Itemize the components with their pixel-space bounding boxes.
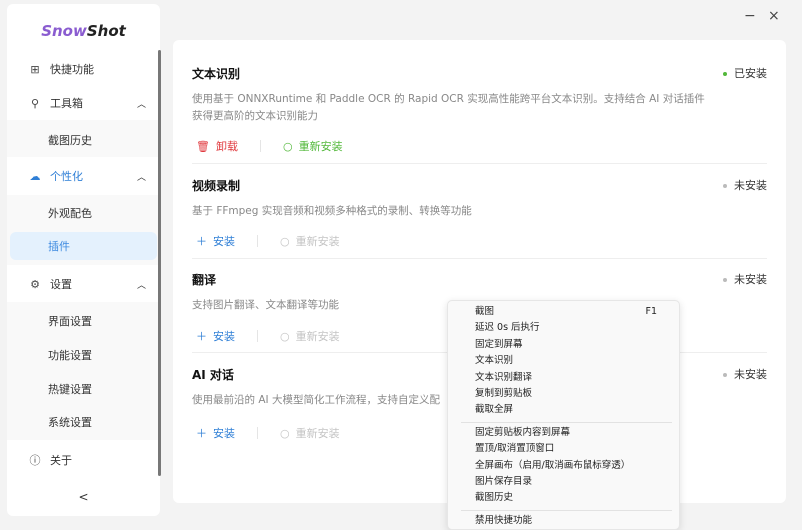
status-dot-icon (723, 278, 727, 282)
divider (257, 330, 258, 342)
install-button[interactable]: ＋安装 (196, 425, 235, 441)
menu-item-screenshot-history[interactable]: 截图历史 (448, 490, 679, 506)
plugin-actions: ＋安装 ○ 重新安装 (196, 425, 340, 441)
status-badge: 未安装 (723, 366, 767, 382)
reinstall-button: ○ 重新安装 (280, 234, 340, 249)
menu-item-copy-clipboard[interactable]: 复制到剪贴板 (448, 386, 679, 402)
menu-item-delay[interactable]: 延迟 0s 后执行 (448, 320, 679, 336)
status-badge: 未安装 (723, 271, 767, 287)
status-badge: 已安装 (723, 65, 767, 81)
plugin-video-recording: 视频录制 未安装 基于 FFmpeg 实现音频和视频多种格式的录制、转换等功能 … (192, 177, 767, 267)
sidebar-item-toolbox[interactable]: ⚲ 工具箱 ︿ (7, 89, 160, 117)
menu-item-pin-clipboard[interactable]: 固定剪贴板内容到屏幕 (448, 425, 679, 441)
status-dot-icon (723, 72, 727, 76)
divider (192, 163, 767, 164)
trash-icon: 🗑 (196, 139, 210, 153)
sidebar-item-plugins[interactable]: 插件 (10, 232, 157, 260)
app-logo: SnowShot (41, 22, 126, 40)
refresh-icon: ○ (280, 426, 290, 440)
plugin-description: 使用基于 ONNXRuntime 和 Paddle OCR 的 Rapid OC… (192, 93, 705, 122)
menu-item-screenshot[interactable]: 截图 F1 (448, 304, 679, 320)
menu-separator (461, 421, 672, 423)
refresh-icon: ○ (280, 329, 290, 343)
menu-item-fullscreen-canvas[interactable]: 全屏画布（启用/取消画布鼠标穿透） (448, 458, 679, 474)
sidebar-item-appearance[interactable]: 外观配色 (7, 199, 160, 227)
tray-context-menu: 截图 F1 延迟 0s 后执行 固定到屏幕 文本识别 文本识别翻译 复制到剪贴板 … (447, 300, 680, 530)
menu-separator (461, 509, 672, 511)
plus-icon: ＋ (196, 427, 207, 440)
plugin-title: 翻译 (192, 273, 217, 287)
sidebar-item-system-settings[interactable]: 系统设置 (7, 408, 160, 436)
plugin-actions: ＋安装 ○ 重新安装 (196, 328, 340, 344)
chevron-up-icon: ︿ (136, 280, 146, 291)
refresh-icon: ○ (282, 139, 293, 153)
uninstall-button[interactable]: 🗑 卸载 (196, 138, 238, 154)
sidebar: SnowShot ⊞ 快捷功能 ⚲ 工具箱 ︿ 截图历史 ☁ 个性化 ︿ 外观配色 插件 … (7, 4, 161, 516)
sidebar-item-personalize[interactable]: ☁ 个性化 ︿ (7, 162, 160, 190)
reinstall-button: ○ 重新安装 (280, 329, 340, 344)
status-badge: 未安装 (723, 177, 767, 193)
grid-icon: ⊞ (30, 62, 40, 76)
refresh-icon: ○ (280, 234, 290, 248)
sidebar-item-hotkey-settings[interactable]: 热键设置 (7, 375, 160, 403)
menu-item-save-directory[interactable]: 图片保存目录 (448, 474, 679, 490)
plugin-description: 基于 FFmpeg 实现音频和视频多种格式的录制、转换等功能 (192, 205, 472, 217)
plugin-actions: 🗑 卸载 ○ 重新安装 (196, 138, 343, 154)
wrench-icon: ⚲ (30, 96, 40, 110)
reinstall-button[interactable]: ○ 重新安装 (283, 138, 343, 154)
sidebar-item-settings[interactable]: ⚙ 设置 ︿ (7, 270, 160, 298)
plus-icon: ＋ (196, 235, 207, 248)
chevron-up-icon: ︿ (136, 172, 146, 183)
divider (257, 235, 258, 247)
sidebar-item-ui-settings[interactable]: 界面设置 (7, 307, 160, 335)
menu-item-pin-to-screen[interactable]: 固定到屏幕 (448, 337, 679, 353)
plugin-title: 文本识别 (192, 67, 241, 81)
plugin-ocr: 文本识别 已安装 使用基于 ONNXRuntime 和 Paddle OCR 的… (192, 65, 767, 165)
info-icon: ⓘ (29, 454, 41, 467)
plugin-title: AI 对话 (192, 368, 234, 382)
menu-item-disable-shortcuts[interactable]: 禁用快捷功能 (448, 513, 679, 529)
shortcut-label: F1 (645, 306, 657, 317)
menu-item-capture-fullscreen[interactable]: 截取全屏 (448, 402, 679, 418)
divider (257, 427, 258, 439)
sidebar-item-screenshot-history[interactable]: 截图历史 (7, 126, 160, 154)
install-button[interactable]: ＋安装 (196, 233, 235, 249)
divider (192, 258, 767, 259)
gear-icon: ⚙ (30, 277, 40, 291)
chevron-up-icon: ︿ (136, 99, 146, 110)
sidebar-item-shortcuts[interactable]: ⊞ 快捷功能 (7, 55, 160, 83)
status-dot-icon (723, 184, 727, 188)
sidebar-item-function-settings[interactable]: 功能设置 (7, 341, 160, 369)
divider (259, 140, 261, 152)
plugin-title: 视频录制 (192, 179, 241, 193)
plugin-actions: ＋安装 ○ 重新安装 (196, 233, 340, 249)
close-button[interactable]: × (768, 8, 780, 24)
collapse-sidebar-button[interactable]: < (7, 490, 160, 504)
reinstall-button: ○ 重新安装 (280, 426, 340, 441)
palette-icon: ☁ (29, 169, 41, 183)
minimize-button[interactable]: − (744, 8, 756, 24)
sidebar-item-about[interactable]: ⓘ 关于 (7, 446, 160, 474)
menu-item-ocr[interactable]: 文本识别 (448, 353, 679, 369)
sidebar-scrollbar[interactable] (158, 50, 161, 476)
status-dot-icon (723, 373, 727, 377)
menu-item-ocr-translate[interactable]: 文本识别翻译 (448, 370, 679, 386)
plus-icon: ＋ (196, 330, 207, 343)
install-button[interactable]: ＋安装 (196, 328, 235, 344)
menu-item-toggle-topmost[interactable]: 置顶/取消置顶窗口 (448, 441, 679, 457)
